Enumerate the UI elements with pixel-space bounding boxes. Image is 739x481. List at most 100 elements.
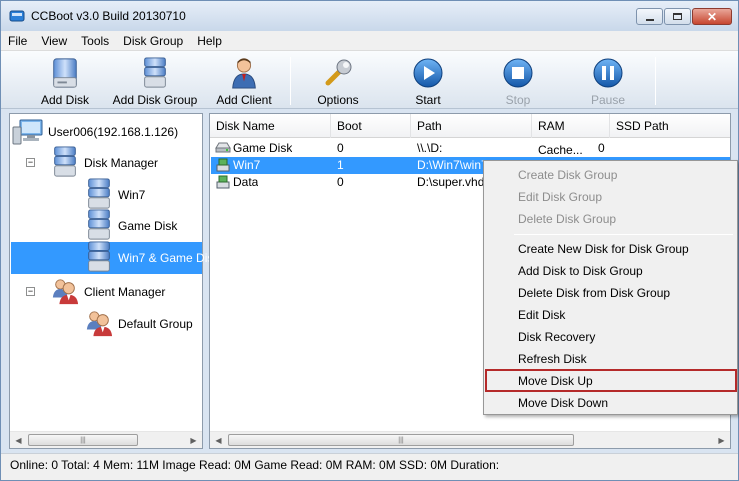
disk-manager-icon (50, 146, 80, 181)
people-icon (84, 309, 114, 340)
disk-group-icon (84, 241, 114, 276)
menu-refresh-disk[interactable]: Refresh Disk (486, 348, 735, 370)
add-client-button[interactable]: Add Client (211, 51, 277, 109)
list-header: Disk Name Boot Path RAM Cache... SSD Pat… (210, 114, 730, 157)
tree-node-client-manager[interactable]: Client Manager (50, 278, 165, 306)
close-icon: ✕ (706, 9, 718, 24)
menu-disk-group[interactable]: Disk Group (116, 31, 190, 51)
person-icon (229, 55, 259, 89)
tree-node-label: Default Group (118, 317, 193, 331)
scroll-thumb[interactable]: ||| (228, 434, 574, 446)
scroll-right-icon[interactable]: ▶ (713, 432, 730, 448)
add-disk-group-label: Add Disk Group (112, 93, 198, 107)
menu-bar: File View Tools Disk Group Help (1, 31, 738, 51)
tree-node-disk-manager[interactable]: Disk Manager (50, 150, 158, 176)
menu-edit-disk-group[interactable]: Edit Disk Group (486, 186, 735, 208)
close-button[interactable]: ✕ (692, 8, 732, 25)
column-boot[interactable]: Boot (331, 114, 411, 138)
scroll-right-icon[interactable]: ▶ (185, 432, 202, 448)
cell-path: D:\super.vhd (417, 175, 485, 189)
tree-node-label: Game Disk (118, 219, 178, 233)
pause-label: Pause (590, 93, 626, 107)
tree-node-label: Client Manager (84, 285, 166, 299)
disk-group-icon (140, 55, 170, 89)
list-horizontal-scrollbar[interactable]: ◀ ||| ▶ (210, 431, 730, 448)
disk-group-icon (84, 178, 114, 213)
toolbar-separator (290, 57, 291, 105)
menu-create-new-disk[interactable]: Create New Disk for Disk Group (486, 238, 735, 260)
tree-node-win7-game-disk[interactable]: Win7 & Game Dis (84, 243, 213, 273)
column-disk-name[interactable]: Disk Name (210, 114, 331, 138)
cell-path: D:\Win7\win7. (417, 158, 487, 172)
toolbar: Add Disk Add Disk Group Add Client Optio… (1, 51, 738, 109)
pause-icon (592, 55, 624, 89)
collapse-toggle[interactable]: − (26, 158, 35, 167)
collapse-toggle[interactable]: − (26, 287, 35, 296)
tree-horizontal-scrollbar[interactable]: ◀ ||| ▶ (10, 431, 202, 448)
status-bar: Online: 0 Total: 4 Mem: 11M Image Read: … (1, 453, 738, 480)
cell-boot: 1 (337, 158, 344, 172)
tree-node-win7[interactable]: Win7 (84, 180, 145, 210)
menu-delete-disk-group[interactable]: Delete Disk Group (486, 208, 735, 230)
wrench-icon (322, 55, 354, 89)
maximize-button[interactable] (664, 8, 691, 25)
menu-disk-recovery[interactable]: Disk Recovery (486, 326, 735, 348)
start-label: Start (415, 93, 441, 107)
minimize-icon (645, 18, 654, 21)
options-label: Options (317, 93, 359, 107)
tree-node-label: Win7 & Game Dis (118, 251, 214, 265)
scroll-thumb[interactable]: ||| (28, 434, 138, 446)
pause-button[interactable]: Pause (585, 51, 631, 109)
menu-view[interactable]: View (34, 31, 74, 51)
minimize-button[interactable] (636, 8, 663, 25)
window-title: CCBoot v3.0 Build 20130710 (31, 9, 186, 23)
maximize-icon (673, 13, 682, 20)
start-button[interactable]: Start (405, 51, 451, 109)
table-row[interactable]: Game Disk 0 \\.\D: 0 (211, 140, 730, 157)
stop-label: Stop (505, 93, 531, 107)
system-disk-icon (215, 157, 231, 174)
scroll-left-icon[interactable]: ◀ (10, 432, 27, 448)
tree-node-game-disk[interactable]: Game Disk (84, 211, 177, 241)
tree-node-label: Win7 (118, 188, 146, 202)
add-disk-group-button[interactable]: Add Disk Group (109, 51, 201, 109)
tree-pane: User006(192.168.1.126) − Disk Manager Wi… (9, 113, 213, 449)
cell-disk-name: Game Disk (233, 141, 293, 155)
menu-move-disk-down[interactable]: Move Disk Down (486, 392, 735, 414)
tree-node-default-group[interactable]: Default Group (84, 310, 193, 338)
people-icon (50, 277, 80, 308)
cell-disk-name: Win7 (233, 158, 261, 172)
menu-delete-disk-from-group[interactable]: Delete Disk from Disk Group (486, 282, 735, 304)
cell-ram-cache: 0 (598, 141, 605, 155)
title-bar[interactable]: CCBoot v3.0 Build 20130710 ✕ (1, 1, 738, 31)
disk-group-icon (84, 209, 114, 244)
computer-icon (12, 117, 48, 148)
menu-edit-disk[interactable]: Edit Disk (486, 304, 735, 326)
cell-path: \\.\D: (417, 141, 443, 155)
tree-node-server[interactable]: User006(192.168.1.126) (12, 118, 178, 146)
cell-disk-name: Data (233, 175, 259, 189)
highlight-box (485, 369, 737, 392)
stop-button[interactable]: Stop (495, 51, 541, 109)
add-disk-label: Add Disk (40, 93, 90, 107)
play-icon (412, 55, 444, 89)
menu-add-disk-to-group[interactable]: Add Disk to Disk Group (486, 260, 735, 282)
cell-boot: 0 (337, 141, 344, 155)
menu-help[interactable]: Help (190, 31, 229, 51)
tree-node-label: Disk Manager (84, 156, 159, 170)
stop-icon (502, 55, 534, 89)
column-ram-cache[interactable]: RAM Cache... (532, 114, 610, 157)
toolbar-separator (655, 57, 656, 105)
disk-icon (50, 55, 80, 89)
scroll-left-icon[interactable]: ◀ (210, 432, 227, 448)
column-ssd-path[interactable]: SSD Path (610, 114, 730, 138)
add-disk-button[interactable]: Add Disk (37, 51, 93, 109)
menu-separator (514, 234, 733, 235)
options-button[interactable]: Options (311, 51, 365, 109)
menu-create-disk-group[interactable]: Create Disk Group (486, 164, 735, 186)
menu-tools[interactable]: Tools (74, 31, 116, 51)
column-path[interactable]: Path (411, 114, 532, 138)
tree-node-label: User006(192.168.1.126) (48, 125, 179, 139)
menu-file[interactable]: File (1, 31, 34, 51)
cell-boot: 0 (337, 175, 344, 189)
